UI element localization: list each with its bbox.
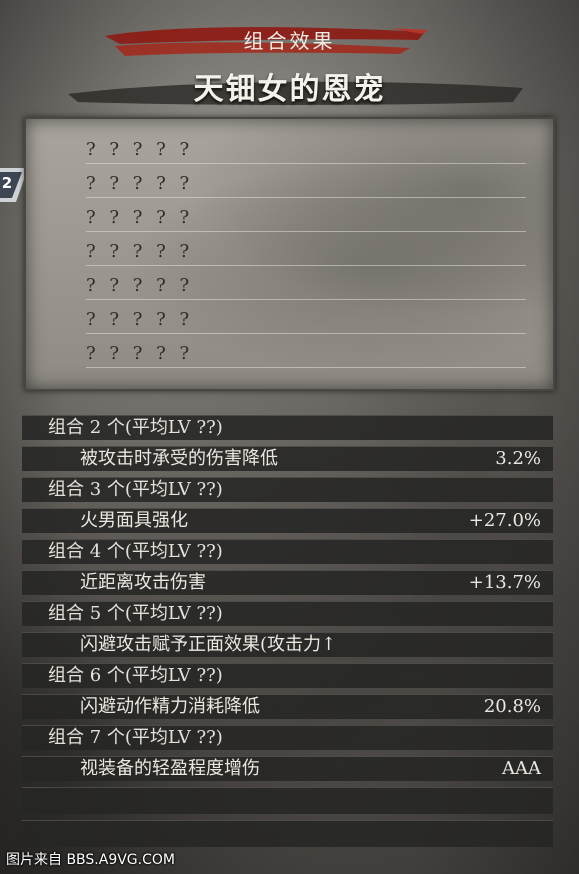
- combo-tier-row: 组合 5 个(平均LV ??): [22, 601, 553, 626]
- side-tab-number: 2: [1, 174, 13, 192]
- unknown-slots: ? ? ? ? ?: [86, 173, 190, 194]
- set-title: 天钿女的恩宠: [193, 72, 386, 107]
- watermark-text: 图片来自 BBS.A9VG.COM: [6, 852, 175, 868]
- slot-row[interactable]: ? ? ? ? ?: [86, 267, 526, 300]
- slot-row[interactable]: ? ? ? ? ?: [86, 165, 526, 198]
- effect-label: 闪避动作精力消耗降低: [80, 696, 260, 717]
- effect-label: 视装备的轻盈程度增伤: [80, 758, 260, 779]
- unknown-slots: ? ? ? ? ?: [86, 139, 190, 160]
- effect-row: 火男面具强化 +27.0%: [22, 508, 553, 533]
- unknown-slots: ? ? ? ? ?: [86, 207, 190, 228]
- combo-tier-label: 组合 6 个(平均LV ??): [48, 665, 223, 686]
- effect-value: 3.2%: [495, 448, 541, 469]
- effect-row: 被攻击时承受的伤害降低 3.2%: [22, 446, 553, 471]
- combo-tier-label: 组合 5 个(平均LV ??): [48, 603, 223, 624]
- combo-effect-label: 组合效果: [243, 29, 336, 53]
- effect-value: AAA: [502, 758, 541, 779]
- effect-label: 闪避攻击赋予正面效果(攻击力↑: [80, 634, 337, 655]
- combo-tier-row: 组合 6 个(平均LV ??): [22, 663, 553, 688]
- combo-tier-label: 组合 2 个(平均LV ??): [48, 417, 223, 438]
- effect-label: 被攻击时承受的伤害降低: [80, 448, 278, 469]
- empty-row: [22, 787, 553, 814]
- combo-tier-label: 组合 7 个(平均LV ??): [48, 727, 223, 748]
- combo-tier-label: 组合 3 个(平均LV ??): [48, 479, 223, 500]
- effect-value: +13.7%: [468, 572, 541, 593]
- combo-tier-row: 组合 2 个(平均LV ??): [22, 415, 553, 440]
- slot-row[interactable]: ? ? ? ? ?: [86, 131, 526, 164]
- effect-row: 闪避攻击赋予正面效果(攻击力↑: [22, 632, 553, 657]
- effect-value: 20.8%: [483, 696, 541, 717]
- slot-row[interactable]: ? ? ? ? ?: [86, 301, 526, 334]
- effect-row: 近距离攻击伤害 +13.7%: [22, 570, 553, 595]
- unknown-slots: ? ? ? ? ?: [86, 309, 190, 330]
- effect-label: 近距离攻击伤害: [80, 572, 206, 593]
- unknown-slots: ? ? ? ? ?: [86, 241, 190, 262]
- effect-row: 视装备的轻盈程度增伤 AAA: [22, 756, 553, 781]
- combo-tier-row: 组合 4 个(平均LV ??): [22, 539, 553, 564]
- empty-row: [22, 820, 553, 847]
- unknown-slots: ? ? ? ? ?: [86, 343, 190, 364]
- unknown-slots: ? ? ? ? ?: [86, 275, 190, 296]
- slot-row[interactable]: ? ? ? ? ?: [86, 335, 526, 368]
- combo-tier-row: 组合 7 个(平均LV ??): [22, 725, 553, 750]
- effect-value: +27.0%: [468, 510, 541, 531]
- combo-tier-label: 组合 4 个(平均LV ??): [48, 541, 223, 562]
- effect-row: 闪避动作精力消耗降低 20.8%: [22, 694, 553, 719]
- set-effects-list: 组合 2 个(平均LV ??) 被攻击时承受的伤害降低 3.2% 组合 3 个(平…: [22, 415, 553, 853]
- slot-row[interactable]: ? ? ? ? ?: [86, 199, 526, 232]
- effect-label: 火男面具强化: [80, 510, 188, 531]
- combo-tier-row: 组合 3 个(平均LV ??): [22, 477, 553, 502]
- equipment-slots-panel: ? ? ? ? ? ? ? ? ? ? ? ? ? ? ? ? ? ? ? ? …: [24, 117, 555, 391]
- slot-row[interactable]: ? ? ? ? ?: [86, 233, 526, 266]
